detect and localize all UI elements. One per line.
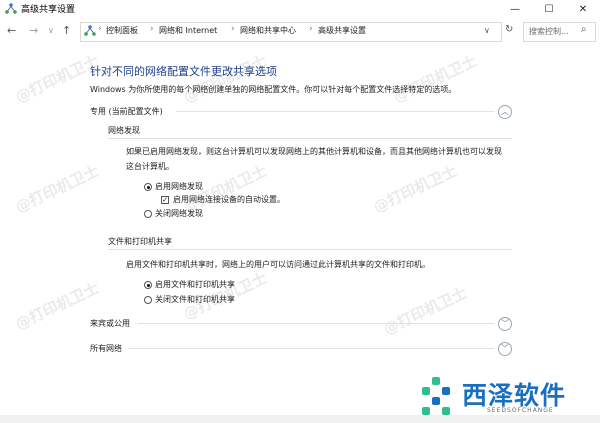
network-discovery-on-radio[interactable]: [144, 183, 152, 191]
auto-setup-checkbox[interactable]: ✓: [161, 196, 169, 204]
breadcrumb-separator-icon: ›: [150, 24, 154, 34]
watermark: @打印机卫士: [380, 283, 470, 339]
minimize-button[interactable]: —: [498, 0, 532, 18]
divider: [176, 111, 494, 112]
divider: [138, 323, 494, 324]
file-sharing-on-label[interactable]: 启用文件和打印机共享: [155, 279, 235, 290]
watermark: @打印机卫士: [12, 161, 102, 217]
private-profile-label[interactable]: 专用 (当前配置文件): [90, 106, 163, 117]
search-icon[interactable]: ⌕: [581, 24, 587, 35]
network-icon: [5, 3, 17, 14]
watermark: @打印机卫士: [390, 51, 480, 107]
network-discovery-off-radio[interactable]: [144, 210, 152, 218]
divider: [108, 249, 512, 250]
guest-profile-label[interactable]: 来宾或公用: [90, 318, 130, 329]
network-discovery-off-label[interactable]: 关闭网络发现: [155, 208, 203, 219]
maximize-button[interactable]: ☐: [532, 0, 566, 18]
refresh-button[interactable]: ↻: [505, 24, 513, 35]
forward-button[interactable]: →: [29, 24, 38, 37]
watermark: @打印机卫士: [12, 51, 102, 107]
search-placeholder: 搜索控制...: [529, 27, 569, 36]
breadcrumb-separator-icon: ›: [309, 24, 313, 34]
seeds-logo-icon: [422, 377, 450, 415]
divider: [108, 138, 512, 139]
breadcrumb-network-internet[interactable]: 网络和 Internet: [159, 25, 217, 36]
all-networks-label[interactable]: 所有网络: [90, 343, 122, 354]
breadcrumb-network-sharing-center[interactable]: 网络和共享中心: [240, 25, 296, 36]
network-discovery-text: 如果已启用网络发现，则这台计算机可以发现网络上的其他计算机和设备，而且其他网络计…: [126, 147, 502, 171]
close-button[interactable]: ✕: [566, 0, 600, 18]
logo-subtitle: SEEDSOFCHANGE: [487, 407, 554, 414]
expand-all-networks-icon[interactable]: ﹀: [498, 342, 512, 356]
breadcrumb-separator-icon: ›: [98, 24, 102, 34]
file-sharing-on-radio[interactable]: [144, 281, 152, 289]
window-title: 高级共享设置: [21, 5, 76, 15]
breadcrumb-advanced-sharing[interactable]: 高级共享设置: [318, 25, 366, 36]
address-dropdown-button[interactable]: ∨: [484, 26, 490, 35]
watermark: @打印机卫士: [12, 278, 102, 334]
file-sharing-off-label[interactable]: 关闭文件和打印机共享: [155, 294, 235, 305]
bottom-bar: [0, 415, 600, 423]
collapse-private-icon[interactable]: ︿: [498, 105, 512, 119]
recent-locations-button[interactable]: ∨: [48, 26, 54, 35]
divider: [128, 348, 494, 349]
file-sharing-text: 启用文件和打印机共享时，网络上的用户可以访问通过此计算机共享的文件和打印机。: [126, 260, 430, 269]
file-sharing-title: 文件和打印机共享: [108, 237, 172, 246]
page-description: Windows 为你所使用的每个网络创建单独的网络配置文件。你可以针对每个配置文…: [90, 85, 457, 94]
back-button[interactable]: ←: [7, 24, 16, 37]
up-button[interactable]: ↑: [62, 24, 71, 37]
page-title: 针对不同的网络配置文件更改共享选项: [90, 65, 277, 78]
file-sharing-off-radio[interactable]: [144, 296, 152, 304]
breadcrumb-control-panel[interactable]: 控制面板: [106, 25, 138, 36]
expand-guest-icon[interactable]: ﹀: [498, 317, 512, 331]
auto-setup-label[interactable]: 启用网络连接设备的自动设置。: [173, 194, 285, 205]
control-panel-icon: [84, 25, 96, 36]
breadcrumb-separator-icon: ›: [231, 24, 235, 34]
network-discovery-on-label[interactable]: 启用网络发现: [155, 181, 203, 192]
network-discovery-title: 网络发现: [108, 126, 140, 135]
